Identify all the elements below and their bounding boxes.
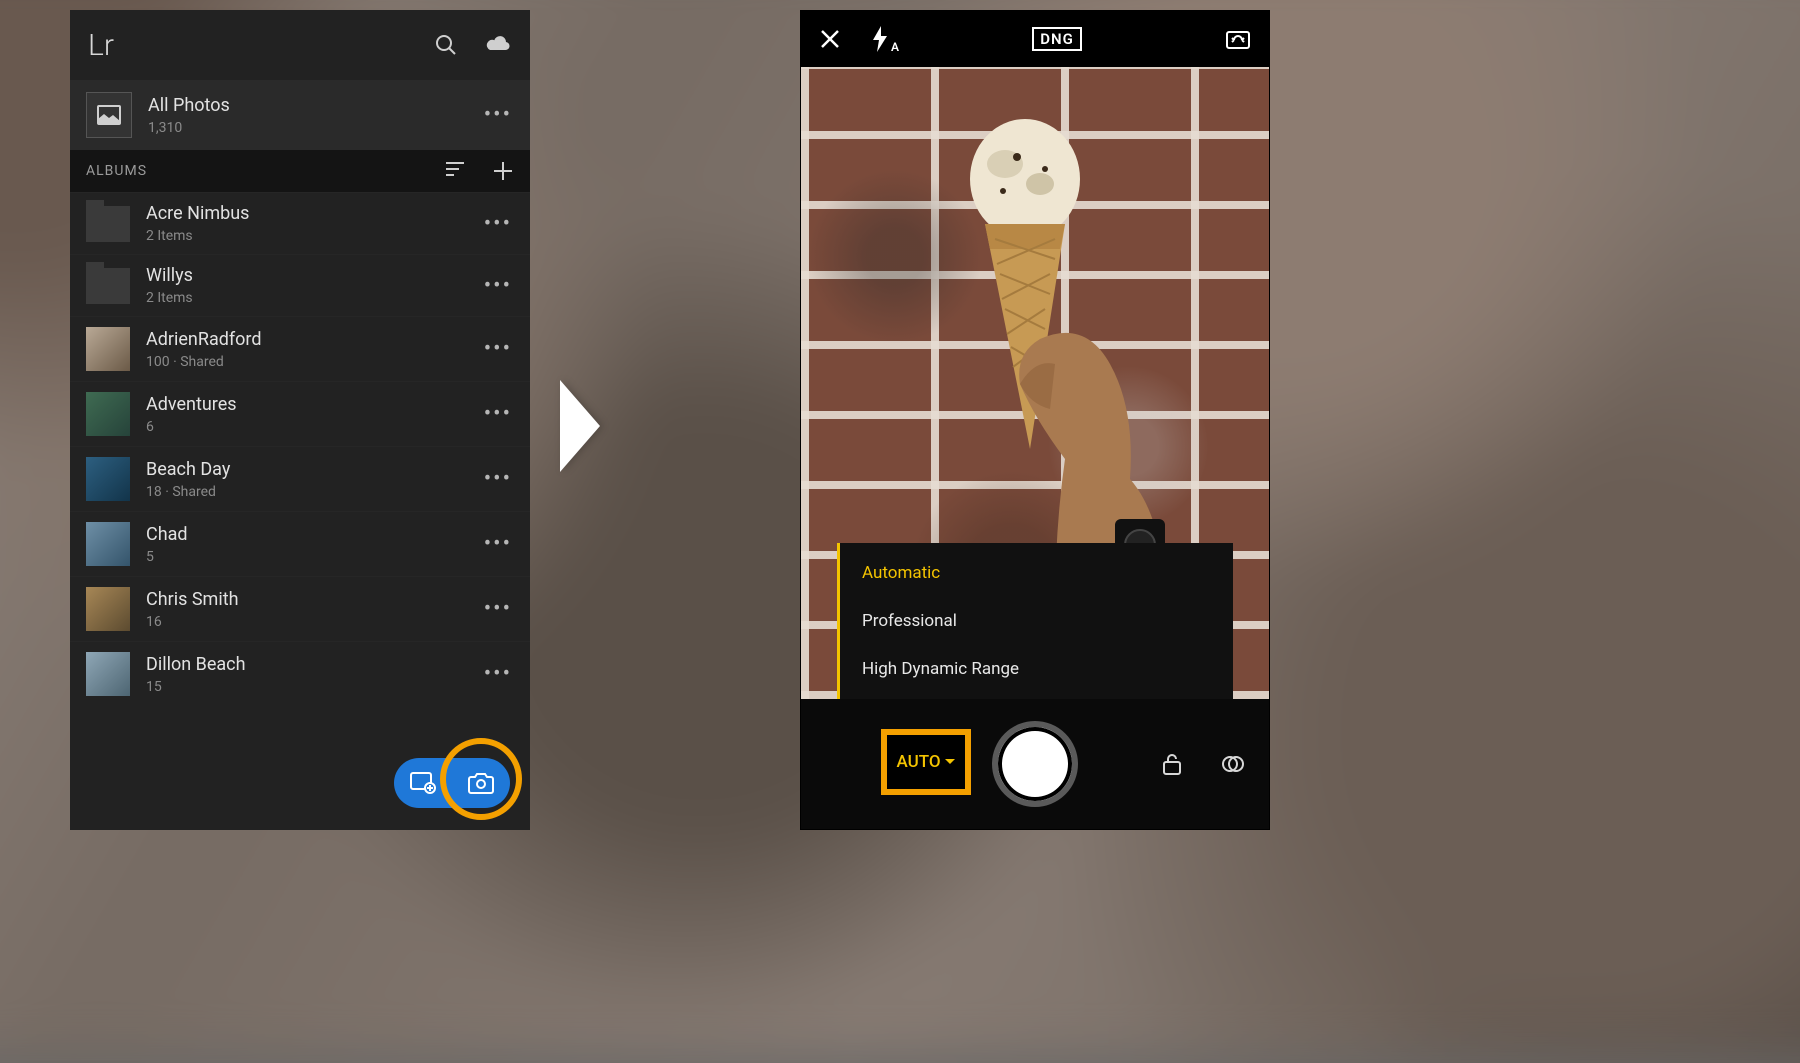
album-row[interactable]: Chris Smith 16 ••• bbox=[70, 576, 530, 641]
album-row[interactable]: Acre Nimbus 2 Items ••• bbox=[70, 192, 530, 254]
camera-mode-menu: Automatic Professional High Dynamic Rang… bbox=[837, 543, 1233, 699]
chevron-down-icon bbox=[944, 758, 956, 766]
camera-viewfinder: Automatic Professional High Dynamic Rang… bbox=[801, 67, 1269, 699]
lock-open-icon[interactable] bbox=[1161, 752, 1183, 776]
flash-auto-icon[interactable]: A bbox=[871, 26, 889, 52]
album-meta: 5 bbox=[146, 549, 188, 565]
albums-header: ALBUMS bbox=[70, 150, 530, 192]
folder-icon bbox=[86, 206, 130, 242]
more-icon[interactable]: ••• bbox=[484, 662, 512, 687]
more-icon[interactable]: ••• bbox=[484, 103, 512, 128]
album-title: Dillon Beach bbox=[146, 654, 246, 675]
album-row[interactable]: Dillon Beach 15 ••• bbox=[70, 641, 530, 706]
lightroom-logo: Lr bbox=[88, 28, 114, 63]
switch-camera-icon[interactable] bbox=[1225, 28, 1251, 50]
album-title: AdrienRadford bbox=[146, 329, 262, 350]
album-title: Beach Day bbox=[146, 459, 230, 480]
album-thumb bbox=[86, 457, 130, 501]
shutter-button[interactable] bbox=[992, 721, 1078, 807]
more-icon[interactable]: ••• bbox=[484, 273, 512, 298]
folder-icon bbox=[86, 268, 130, 304]
add-photos-button[interactable] bbox=[394, 758, 452, 808]
close-icon[interactable] bbox=[819, 28, 841, 50]
album-meta: 2 Items bbox=[146, 228, 249, 244]
sort-icon[interactable] bbox=[444, 160, 466, 182]
album-meta: 18 · Shared bbox=[146, 484, 230, 500]
album-meta: 15 bbox=[146, 679, 246, 695]
camera-top-bar: A DNG bbox=[801, 11, 1269, 67]
album-title: Chris Smith bbox=[146, 589, 239, 610]
album-title: Acre Nimbus bbox=[146, 203, 249, 224]
album-thumb bbox=[86, 392, 130, 436]
more-icon[interactable]: ••• bbox=[484, 597, 512, 622]
album-row[interactable]: Beach Day 18 · Shared ••• bbox=[70, 446, 530, 511]
arrow-right-icon bbox=[560, 380, 600, 472]
album-row[interactable]: Adventures 6 ••• bbox=[70, 381, 530, 446]
more-icon[interactable]: ••• bbox=[484, 402, 512, 427]
mode-hdr[interactable]: High Dynamic Range bbox=[840, 645, 1233, 693]
album-row[interactable]: Chad 5 ••• bbox=[70, 511, 530, 576]
add-album-icon[interactable] bbox=[492, 160, 514, 182]
album-thumb bbox=[86, 587, 130, 631]
album-row[interactable]: AdrienRadford 100 · Shared ••• bbox=[70, 316, 530, 381]
album-meta: 100 · Shared bbox=[146, 354, 262, 370]
cloud-sync-icon[interactable] bbox=[484, 33, 512, 57]
album-meta: 6 bbox=[146, 419, 237, 435]
format-badge[interactable]: DNG bbox=[1032, 27, 1082, 51]
camera-panel: A DNG bbox=[800, 10, 1270, 830]
all-photos-title: All Photos bbox=[148, 95, 230, 116]
album-meta: 2 Items bbox=[146, 290, 193, 306]
all-photos-thumb bbox=[86, 92, 132, 138]
all-photos-count: 1,310 bbox=[148, 120, 230, 136]
album-title: Adventures bbox=[146, 394, 237, 415]
mode-selector-label: AUTO bbox=[896, 752, 940, 772]
mode-professional[interactable]: Professional bbox=[840, 597, 1233, 645]
album-title: Chad bbox=[146, 524, 188, 545]
album-thumb bbox=[86, 652, 130, 696]
lightroom-albums-panel: Lr All Photos 1,310 ••• ALBUMS bbox=[70, 10, 530, 830]
mode-automatic[interactable]: Automatic bbox=[840, 549, 1233, 597]
album-meta: 16 bbox=[146, 614, 239, 630]
more-icon[interactable]: ••• bbox=[484, 211, 512, 236]
camera-bottom-bar: AUTO bbox=[801, 699, 1269, 829]
viewfinder-subject bbox=[905, 89, 1165, 609]
more-icon[interactable]: ••• bbox=[484, 532, 512, 557]
album-thumb bbox=[86, 327, 130, 371]
album-list: Acre Nimbus2 Items•••Willys2 Items•••Adr… bbox=[70, 192, 530, 706]
mode-selector-button[interactable]: AUTO bbox=[881, 729, 971, 795]
album-thumb bbox=[86, 522, 130, 566]
fab-pill bbox=[394, 758, 510, 808]
lightroom-top-bar: Lr bbox=[70, 10, 530, 80]
filter-presets-icon[interactable] bbox=[1221, 752, 1245, 776]
more-icon[interactable]: ••• bbox=[484, 467, 512, 492]
albums-header-label: ALBUMS bbox=[86, 163, 147, 179]
search-icon[interactable] bbox=[434, 33, 458, 57]
more-icon[interactable]: ••• bbox=[484, 337, 512, 362]
all-photos-row[interactable]: All Photos 1,310 ••• bbox=[70, 80, 530, 150]
album-row[interactable]: Willys 2 Items ••• bbox=[70, 254, 530, 316]
open-camera-button[interactable] bbox=[452, 758, 510, 808]
flash-mode-label: A bbox=[891, 40, 899, 54]
album-title: Willys bbox=[146, 265, 193, 286]
